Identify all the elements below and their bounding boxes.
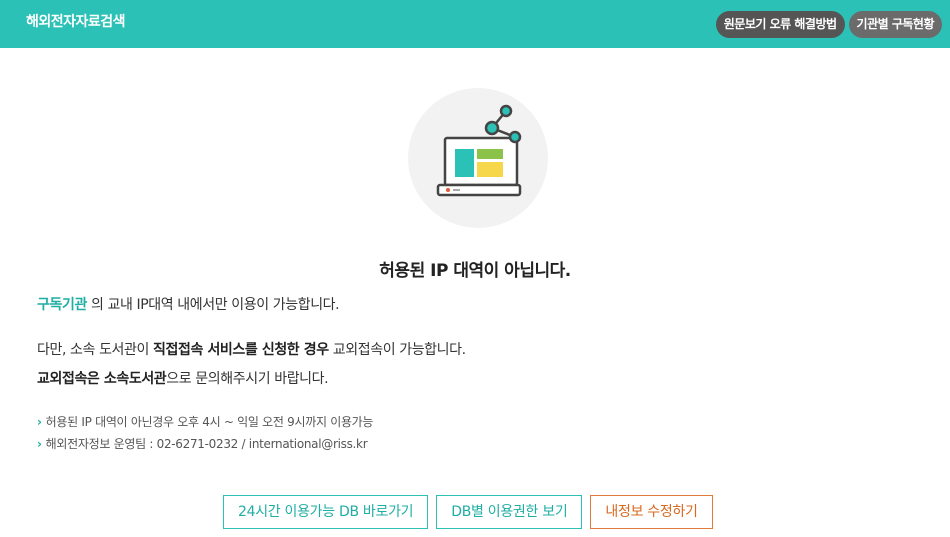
chevron-right-icon: › [37,437,42,451]
info-line-1: 구독기관 의 교내 IP대역 내에서만 이용이 가능합니다. [37,294,340,314]
laptop-share-illustration [436,104,522,197]
laptop-share-icon [408,88,548,228]
subscription-status-button[interactable]: 기관별 구독현황 [848,11,942,38]
db-24h-button[interactable]: 24시간 이용가능 DB 바로가기 [223,495,429,529]
db-rights-button[interactable]: DB별 이용권한 보기 [436,495,583,529]
subscribed-institution-label: 구독기관 [37,297,87,313]
info-line-3: 교외접속은 소속도서관으로 문의해주시기 바랍니다. [37,368,329,388]
page-title: 허용된 IP 대역이 아닙니다. [379,261,571,281]
edit-profile-button[interactable]: 내정보 수정하기 [590,495,713,529]
info-line-1-text: 의 교내 IP대역 내에서만 이용이 가능합니다. [86,297,340,313]
info-line-2-bold: 직접접속 서비스를 신청한 경우 [153,342,329,358]
top-header: 해외전자자료검색 원문보기 오류 해결방법 기관별 구독현황 [0,0,950,48]
note-item: › 허용된 IP 대역이 아닌경우 오후 4시 ~ 익일 오전 9시까지 이용가능 [37,413,373,430]
note-item: › 해외전자정보 운영팀 : 02-6271-0232 / internation… [37,435,368,452]
chevron-right-icon: › [37,415,42,429]
action-buttons: 24시간 이용가능 DB 바로가기 DB별 이용권한 보기 내정보 수정하기 [223,495,713,529]
info-line-2-prefix: 다만, 소속 도서관이 [37,342,154,358]
info-line-3-suffix: 으로 문의해주시기 바랍니다. [166,371,329,387]
header-buttons: 원문보기 오류 해결방법 기관별 구독현황 [715,11,942,38]
note-text-hours: 허용된 IP 대역이 아닌경우 오후 4시 ~ 익일 오전 9시까지 이용가능 [45,415,374,429]
info-line-3-bold: 교외접속은 소속도서관 [37,371,167,387]
note-text-contact: 해외전자정보 운영팀 : 02-6271-0232 / internationa… [45,437,368,451]
info-line-2: 다만, 소속 도서관이 직접접속 서비스를 신청한 경우 교외접속이 가능합니다… [37,339,466,359]
error-solution-button[interactable]: 원문보기 오류 해결방법 [715,11,845,38]
info-line-2-suffix: 교외접속이 가능합니다. [328,342,466,358]
header-title[interactable]: 해외전자자료검색 [26,11,126,31]
